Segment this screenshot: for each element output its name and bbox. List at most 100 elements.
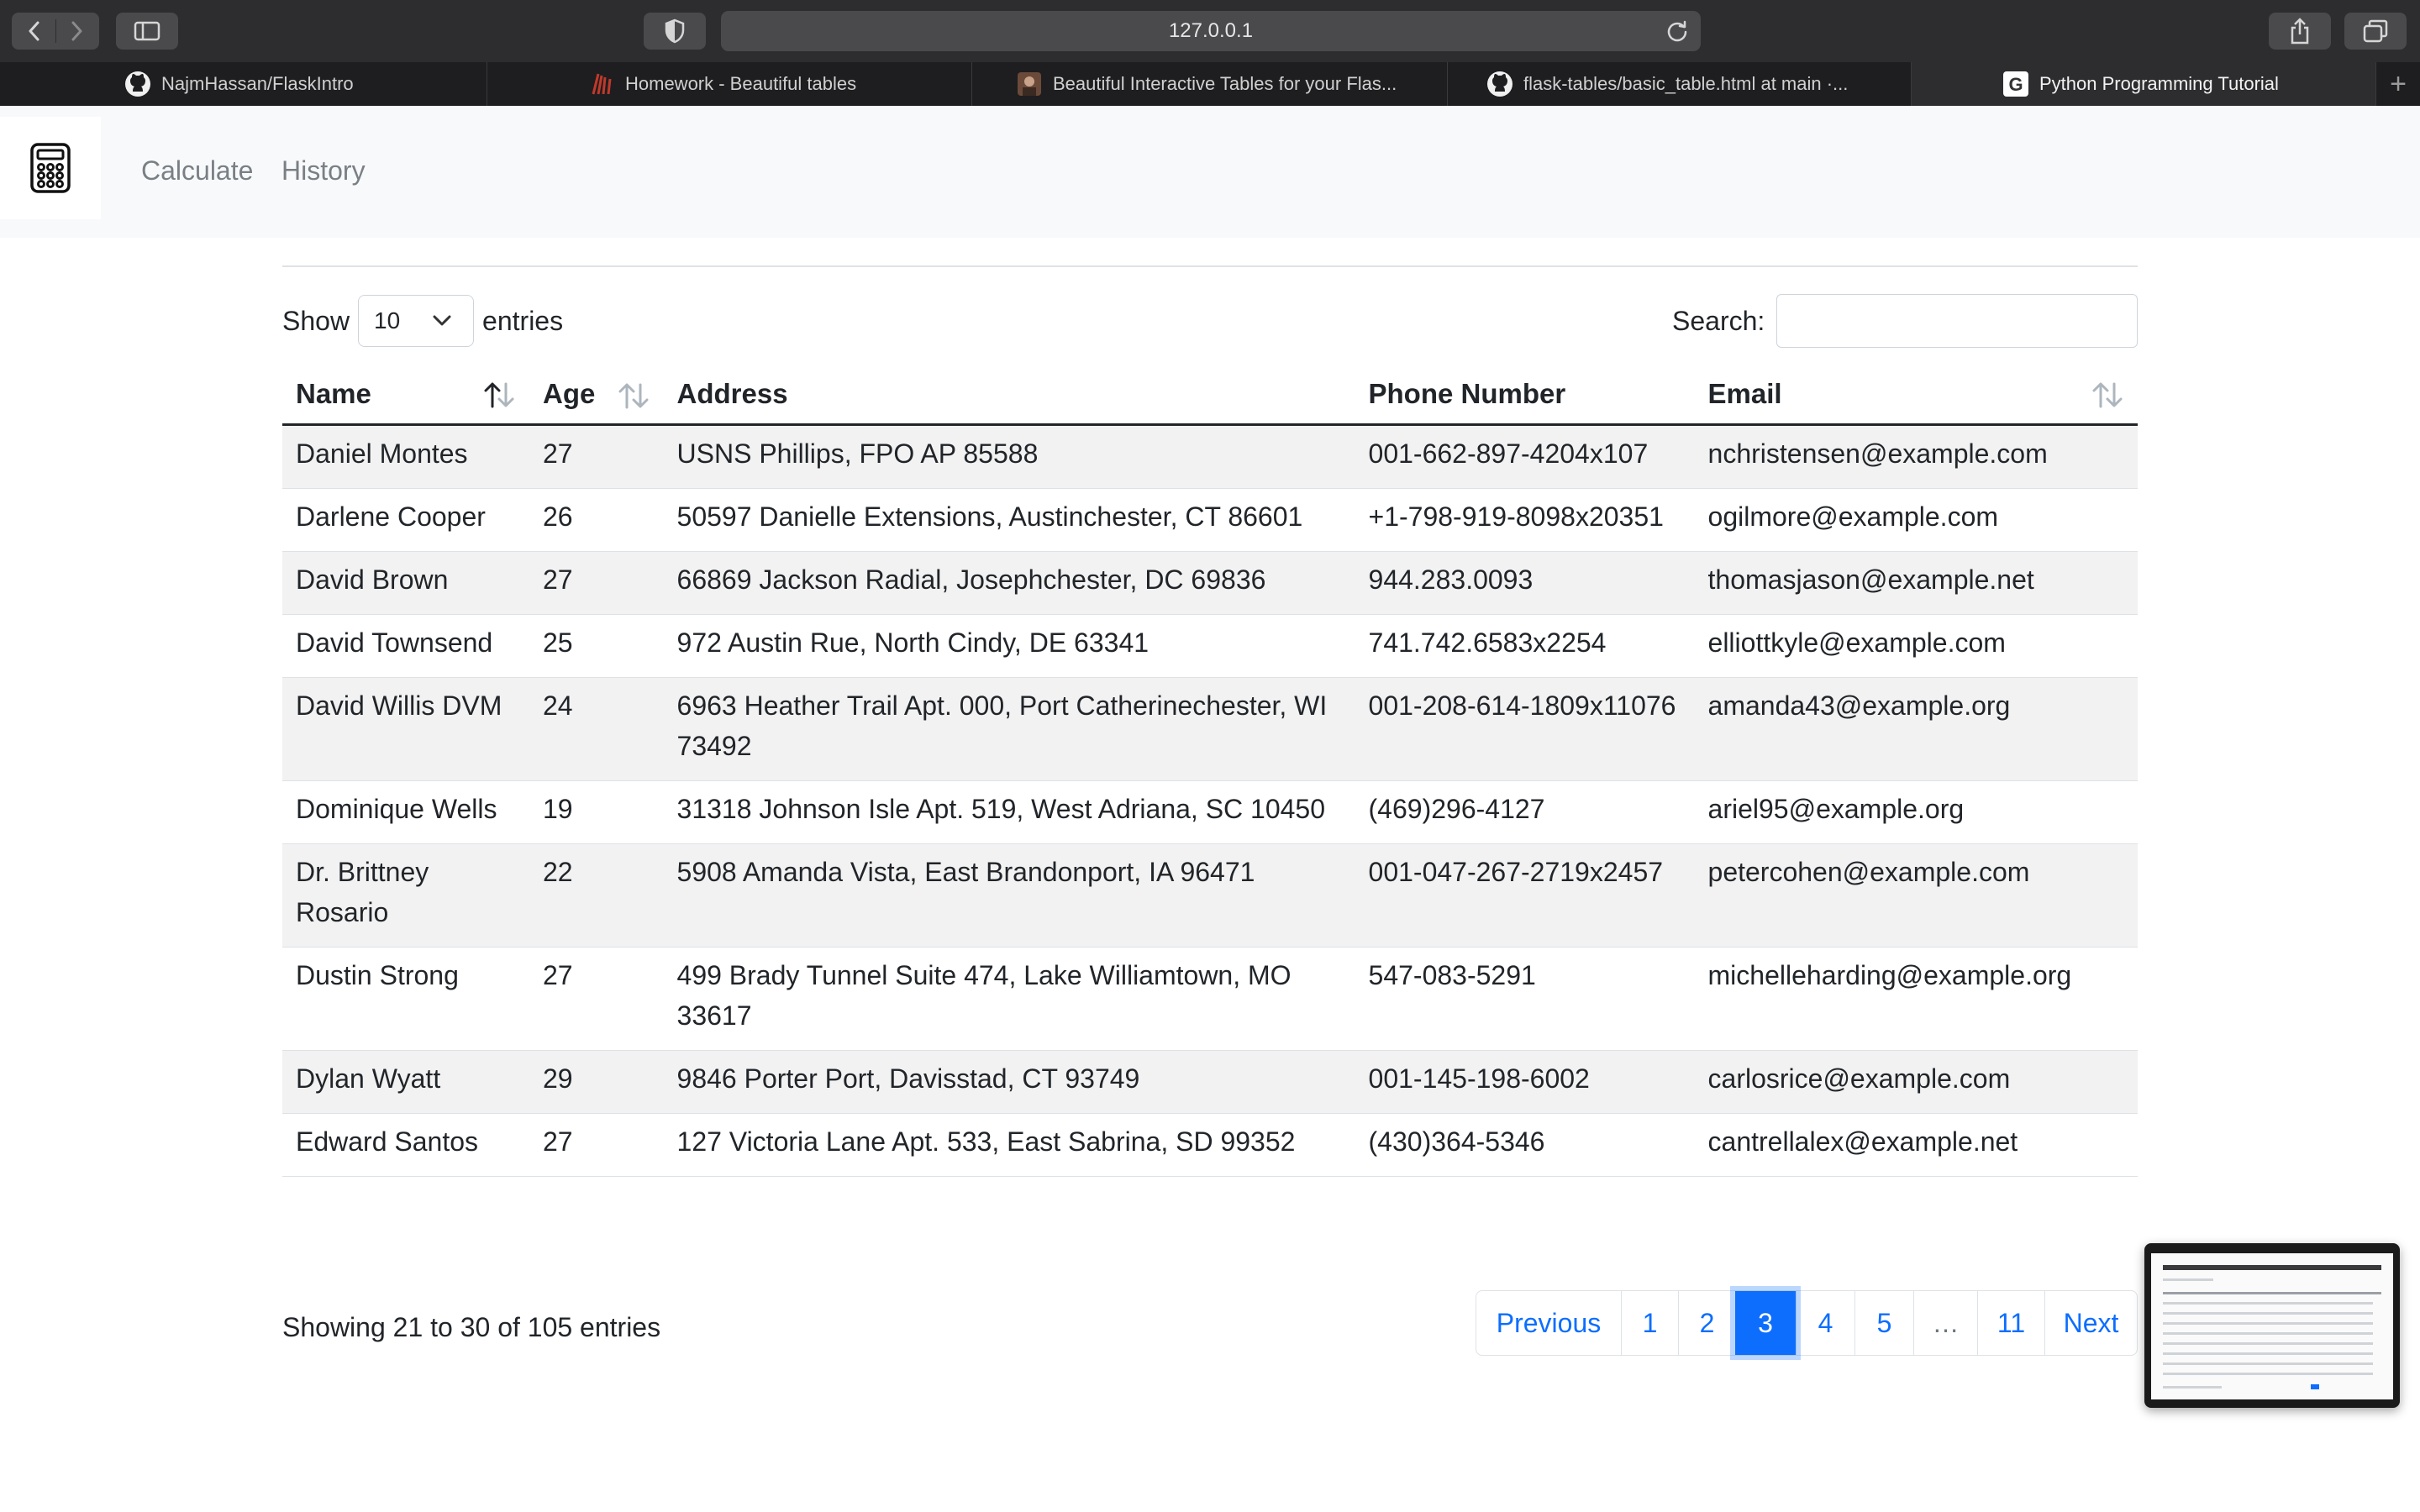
browser-tab[interactable]: Beautiful Interactive Tables for your Fl… [972,62,1448,106]
pagination-page-5[interactable]: 5 [1854,1291,1913,1355]
cell-phone: 741.742.6583x2254 [1355,614,1695,678]
brand-logo[interactable] [0,117,101,219]
pagination-page-2[interactable]: 2 [1678,1291,1735,1355]
cell-phone: 944.283.0093 [1355,551,1695,615]
nav-link-calculate[interactable]: Calculate [141,155,253,186]
browser-tab[interactable]: Homework - Beautiful tables [487,62,972,106]
table-info-text: Showing 21 to 30 of 105 entries [282,1312,661,1342]
browser-tab[interactable]: NajmHassan/FlaskIntro [0,62,487,106]
pagination-page-1[interactable]: 1 [1621,1291,1678,1355]
entries-table: Name Age Address Phone Number Email Dani… [282,365,2138,1177]
share-icon [2291,18,2309,45]
search-input[interactable] [1776,294,2139,348]
cell-age: 27 [529,424,664,489]
divider [282,265,2138,267]
cell-email: cantrellalex@example.net [1694,1113,2138,1177]
new-tab-button[interactable]: + [2376,62,2420,106]
entries-select-value: 10 [374,307,401,333]
github-icon [124,71,151,97]
cell-email: elliottkyle@example.com [1694,614,2138,678]
cell-address: 50597 Danielle Extensions, Austinchester… [663,488,1355,552]
tab-overview-button[interactable] [2344,13,2407,50]
blog-author-avatar-icon [1016,71,1043,97]
cell-address: 9846 Porter Port, Davisstad, CT 93749 [663,1050,1355,1114]
table-row: Daniel Montes 27 USNS Phillips, FPO AP 8… [282,424,2138,489]
table-row: Dustin Strong 27 499 Brady Tunnel Suite … [282,947,2138,1051]
cell-email: amanda43@example.org [1694,677,2138,781]
forward-button[interactable] [55,13,99,50]
cell-phone: (469)296-4127 [1355,780,1695,844]
pagination-next[interactable]: Next [2044,1291,2137,1355]
google-icon: G [2002,71,2029,97]
column-header-phone[interactable]: Phone Number [1355,365,1695,426]
cell-name: Dr. Brittney Rosario [282,843,529,948]
nav-link-history[interactable]: History [281,155,366,186]
column-header-email[interactable]: Email [1694,365,2138,426]
table-row: David Willis DVM 24 6963 Heather Trail A… [282,677,2138,781]
pagination-page-11[interactable]: 11 [1977,1291,2044,1355]
cell-name: David Townsend [282,614,529,678]
app-navbar: Calculate History [0,107,2420,238]
sidebar-icon [134,21,160,41]
browser-tab[interactable]: flask-tables/basic_table.html at main ·.… [1448,62,1912,106]
pagination-previous[interactable]: Previous [1476,1291,1621,1355]
cell-name: David Brown [282,551,529,615]
entries-select[interactable]: 10 [358,295,475,347]
cell-address: 972 Austin Rue, North Cindy, DE 63341 [663,614,1355,678]
cell-phone: 547-083-5291 [1355,947,1695,1051]
cell-age: 24 [529,677,664,781]
pagination-ellipsis: … [1913,1291,1977,1355]
cell-age: 22 [529,843,664,948]
table-row: Dr. Brittney Rosario 22 5908 Amanda Vist… [282,843,2138,948]
sidebar-toggle-button[interactable] [116,13,178,50]
back-forward-group [12,13,99,50]
cell-age: 25 [529,614,664,678]
cell-email: carlosrice@example.com [1694,1050,2138,1114]
pagination-page-3-current[interactable]: 3 [1735,1291,1796,1355]
column-header-address[interactable]: Address [663,365,1355,426]
cell-name: Darlene Cooper [282,488,529,552]
cell-email: nchristensen@example.com [1694,424,2138,489]
cell-phone: (430)364-5346 [1355,1113,1695,1177]
pagination: Previous 1 2 3 4 5 … 11 Next [1476,1290,2138,1356]
sort-icon [2092,382,2123,408]
cell-email: thomasjason@example.net [1694,551,2138,615]
reload-icon[interactable] [1665,19,1689,43]
github-icon [1486,71,1513,97]
cell-email: michelleharding@example.org [1694,947,2138,1051]
column-header-label: Phone Number [1368,378,1566,409]
column-header-age[interactable]: Age [529,365,664,426]
browser-tab-active[interactable]: G Python Programming Tutorial [1912,62,2376,106]
pagination-page-4[interactable]: 4 [1796,1291,1854,1355]
cell-address: USNS Phillips, FPO AP 85588 [663,424,1355,489]
table-search-control: Search: [1672,294,2139,348]
chevron-left-icon [29,21,39,41]
plus-icon: + [2390,67,2407,100]
share-button[interactable] [2269,13,2331,50]
column-header-label: Address [676,378,788,409]
entries-length-control: Show 10 entries [282,294,563,348]
address-bar[interactable]: 127.0.0.1 [721,11,1701,51]
cell-email: ariel95@example.org [1694,780,2138,844]
table-row: Dominique Wells 19 31318 Johnson Isle Ap… [282,780,2138,844]
cell-age: 29 [529,1050,664,1114]
calculator-icon [30,143,71,193]
table-header-row: Name Age Address Phone Number Email [282,365,2138,426]
screenshot-thumbnail-preview [2151,1253,2393,1399]
cell-address: 31318 Johnson Isle Apt. 519, West Adrian… [663,780,1355,844]
cell-age: 26 [529,488,664,552]
cell-name: David Willis DVM [282,677,529,781]
table-row: Dylan Wyatt 29 9846 Porter Port, Davisst… [282,1050,2138,1114]
cell-address: 127 Victoria Lane Apt. 533, East Sabrina… [663,1113,1355,1177]
cell-name: Edward Santos [282,1113,529,1177]
cell-age: 27 [529,947,664,1051]
tab-title: Homework - Beautiful tables [625,73,857,94]
column-header-label: Name [296,378,371,409]
column-header-name[interactable]: Name [282,365,529,426]
privacy-report-button[interactable] [644,13,706,50]
back-button[interactable] [12,13,55,50]
cell-email: ogilmore@example.com [1694,488,2138,552]
screenshot-thumbnail[interactable] [2144,1243,2400,1408]
tab-title: NajmHassan/FlaskIntro [161,73,354,94]
cell-phone: 001-047-267-2719x2457 [1355,843,1695,948]
